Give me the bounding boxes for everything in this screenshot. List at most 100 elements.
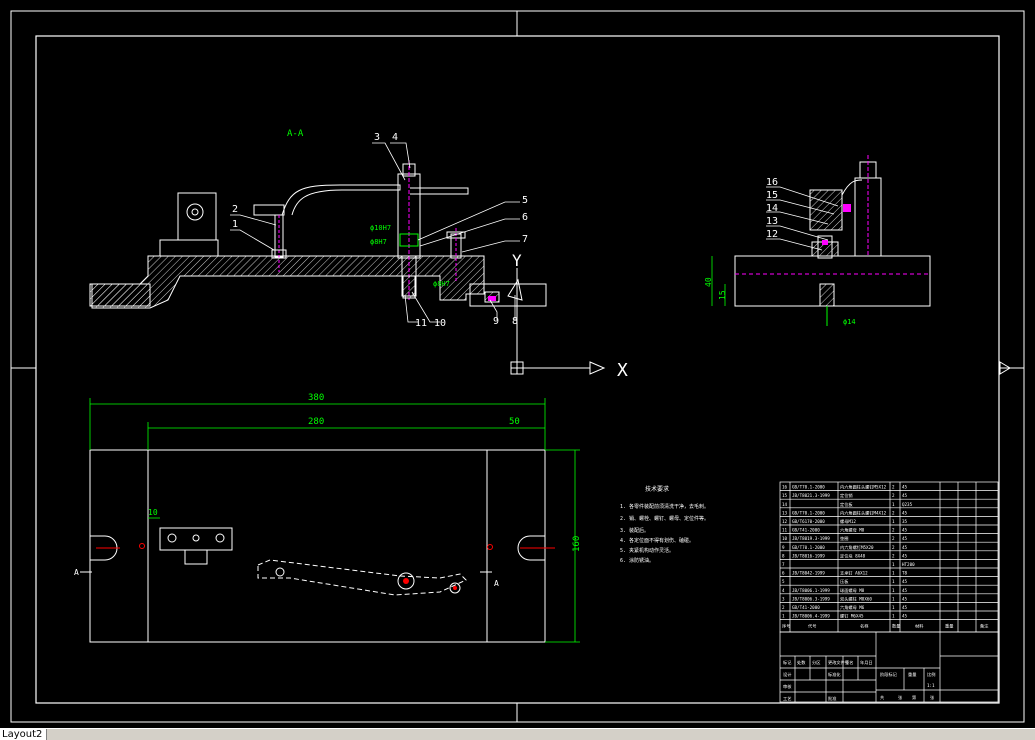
svg-text:ϕ10H7: ϕ10H7 [370, 224, 391, 232]
svg-text:第: 第 [912, 694, 916, 701]
bom-cell-no: 7 [782, 562, 785, 567]
svg-text:比例: 比例 [927, 671, 935, 678]
svg-text:A: A [74, 568, 79, 577]
bom-header-mat: 材料 [915, 623, 924, 630]
bom-cell-qty: 2 [892, 545, 895, 550]
bom-cell-mat: T8 [902, 571, 908, 576]
svg-text:ϕ8H7: ϕ8H7 [370, 238, 387, 246]
part-number: 1 [232, 219, 238, 230]
bom-cell-no: 12 [782, 519, 788, 524]
bom-cell-no: 10 [782, 536, 788, 541]
bom-cell-qty: 2 [892, 528, 895, 533]
bom-cell-no: 15 [782, 493, 788, 498]
bom-cell-name: 压板 [840, 578, 849, 585]
bom-cell-qty: 2 [892, 485, 895, 490]
bom-cell-mat: 45 [902, 553, 908, 558]
bom-cell-code: GB/T6170-2000 [792, 519, 825, 524]
svg-text:技术要求: 技术要求 [645, 485, 669, 493]
svg-text:40: 40 [704, 277, 713, 287]
bom-cell-qty: 1 [892, 562, 895, 567]
bom-cell-no: 9 [782, 545, 785, 550]
bom-cell-qty: 1 [892, 605, 895, 610]
bom-cell-code: GB/T70.1-2000 [792, 485, 825, 490]
bom-cell-qty: 1 [892, 579, 895, 584]
svg-text:年月日: 年月日 [860, 659, 873, 666]
svg-text:处数: 处数 [797, 659, 806, 666]
bom-header-weight: 重量 [945, 623, 953, 630]
bom-header-code: 代号 [808, 623, 816, 630]
bom-cell-no: 14 [782, 502, 788, 507]
bom-cell-mat: 45 [902, 528, 908, 533]
bom-cell-name: 支承钉 A6X12 [840, 570, 868, 577]
bom-cell-code: GB/T70.1-2000 [792, 510, 825, 515]
svg-text:ϕ14: ϕ14 [843, 318, 856, 326]
dim-380: 380 [308, 393, 324, 403]
title-block-text: 标记 处数 分区 更改文件号 签名 年月日 设计 标准化 审核 工艺 批准 阶段… [783, 659, 935, 702]
bom-cell-mat: 45 [902, 605, 908, 610]
bom-cell-mat: HT200 [902, 562, 915, 567]
bom-cell-name: 定位板 [840, 501, 853, 508]
bom-cell-mat: Q235 [902, 502, 913, 507]
bom-cell-qty: 2 [892, 493, 895, 498]
section-view-aa: A-A ϕ10H7 ϕ8H7 ϕ8H7 3 4 2 1 5 6 7 9 8 11… [89, 129, 547, 329]
cad-drawing: A-A ϕ10H7 ϕ8H7 ϕ8H7 3 4 2 1 5 6 7 9 8 11… [10, 10, 1025, 723]
bom-cell-qty: 1 [892, 571, 895, 576]
bom-header-remark: 备注 [980, 623, 989, 630]
bom-cell-no: 8 [782, 553, 785, 558]
bom-cell-no: 1 [782, 614, 785, 619]
ucs-y-label: Y [512, 251, 522, 270]
dim-50: 50 [509, 417, 520, 427]
bom-cell-mat: 45 [902, 588, 908, 593]
svg-text:审核: 审核 [783, 683, 792, 690]
bom-cell-no: 13 [782, 510, 788, 515]
bom-cell-name: 六角螺母 M8 [840, 527, 865, 534]
bom-cell-qty: 1 [892, 588, 895, 593]
bom-cell-name: 螺钉 M6X45 [840, 613, 864, 620]
dim-10: 10 [148, 508, 158, 517]
bom-cell-mat: 35 [902, 519, 908, 524]
bom-cell-mat: 45 [902, 579, 908, 584]
svg-text:分区: 分区 [812, 659, 820, 666]
part-number: 9 [493, 316, 499, 327]
svg-text:张: 张 [930, 694, 935, 701]
bom-header-qty: 数量 [892, 623, 900, 630]
bom-cell-no: 2 [782, 605, 785, 610]
part-number: 4 [392, 132, 398, 143]
bom-cell-name: 螺母M12 [840, 518, 856, 525]
bom-cell-code: JB/T8042-1999 [792, 571, 825, 576]
bom-cell-qty: 1 [892, 614, 895, 619]
bom-cell-no: 6 [782, 571, 785, 576]
svg-text:3. 装配后。: 3. 装配后。 [620, 527, 649, 534]
bom-cell-qty: 1 [892, 596, 895, 601]
dim-160: 160 [572, 536, 582, 552]
bom-cell-mat: 45 [902, 510, 908, 515]
bom-cell-name: 定位销 [840, 492, 853, 499]
part-number: 10 [434, 318, 446, 329]
bom-cell-qty: 2 [892, 536, 895, 541]
svg-text:重量: 重量 [908, 671, 916, 678]
svg-text:阶段标记: 阶段标记 [880, 671, 898, 678]
svg-text:1. 各零件装配前须清洗干净，去毛刺。: 1. 各零件装配前须清洗干净，去毛刺。 [620, 503, 709, 510]
svg-text:设计: 设计 [783, 671, 791, 678]
part-number: 3 [374, 132, 380, 143]
bom-cell-code: JB/T8006.1-1999 [792, 588, 830, 593]
bom-header-name: 名称 [860, 623, 868, 630]
svg-text:ϕ8H7: ϕ8H7 [433, 280, 450, 288]
tab-layout2[interactable]: Layout2 [0, 729, 48, 740]
svg-text:标准化: 标准化 [828, 671, 841, 678]
svg-text:工艺: 工艺 [783, 696, 791, 701]
bom-cell-code: GB/T41-2000 [792, 528, 820, 533]
bom-cell-qty: 2 [892, 553, 895, 558]
ucs-x-label: X [617, 360, 628, 381]
title-block [779, 631, 999, 703]
bom-cell-name: 内六角圆柱头螺钉M4X12 [840, 509, 887, 516]
svg-text:6. 涂防锈油。: 6. 涂防锈油。 [620, 557, 654, 564]
part-number: 15 [766, 190, 778, 201]
ucs-icon: Y X [510, 251, 628, 381]
bom-cell-name: 内六角圆柱头螺钉M5X12 [840, 484, 887, 491]
drawing-canvas[interactable]: A-A ϕ10H7 ϕ8H7 ϕ8H7 3 4 2 1 5 6 7 9 8 11… [0, 0, 1035, 728]
part-number: 11 [415, 318, 427, 329]
bom-cell-mat: 45 [902, 485, 908, 490]
part-number: 2 [232, 204, 238, 215]
section-label: A-A [287, 129, 304, 139]
